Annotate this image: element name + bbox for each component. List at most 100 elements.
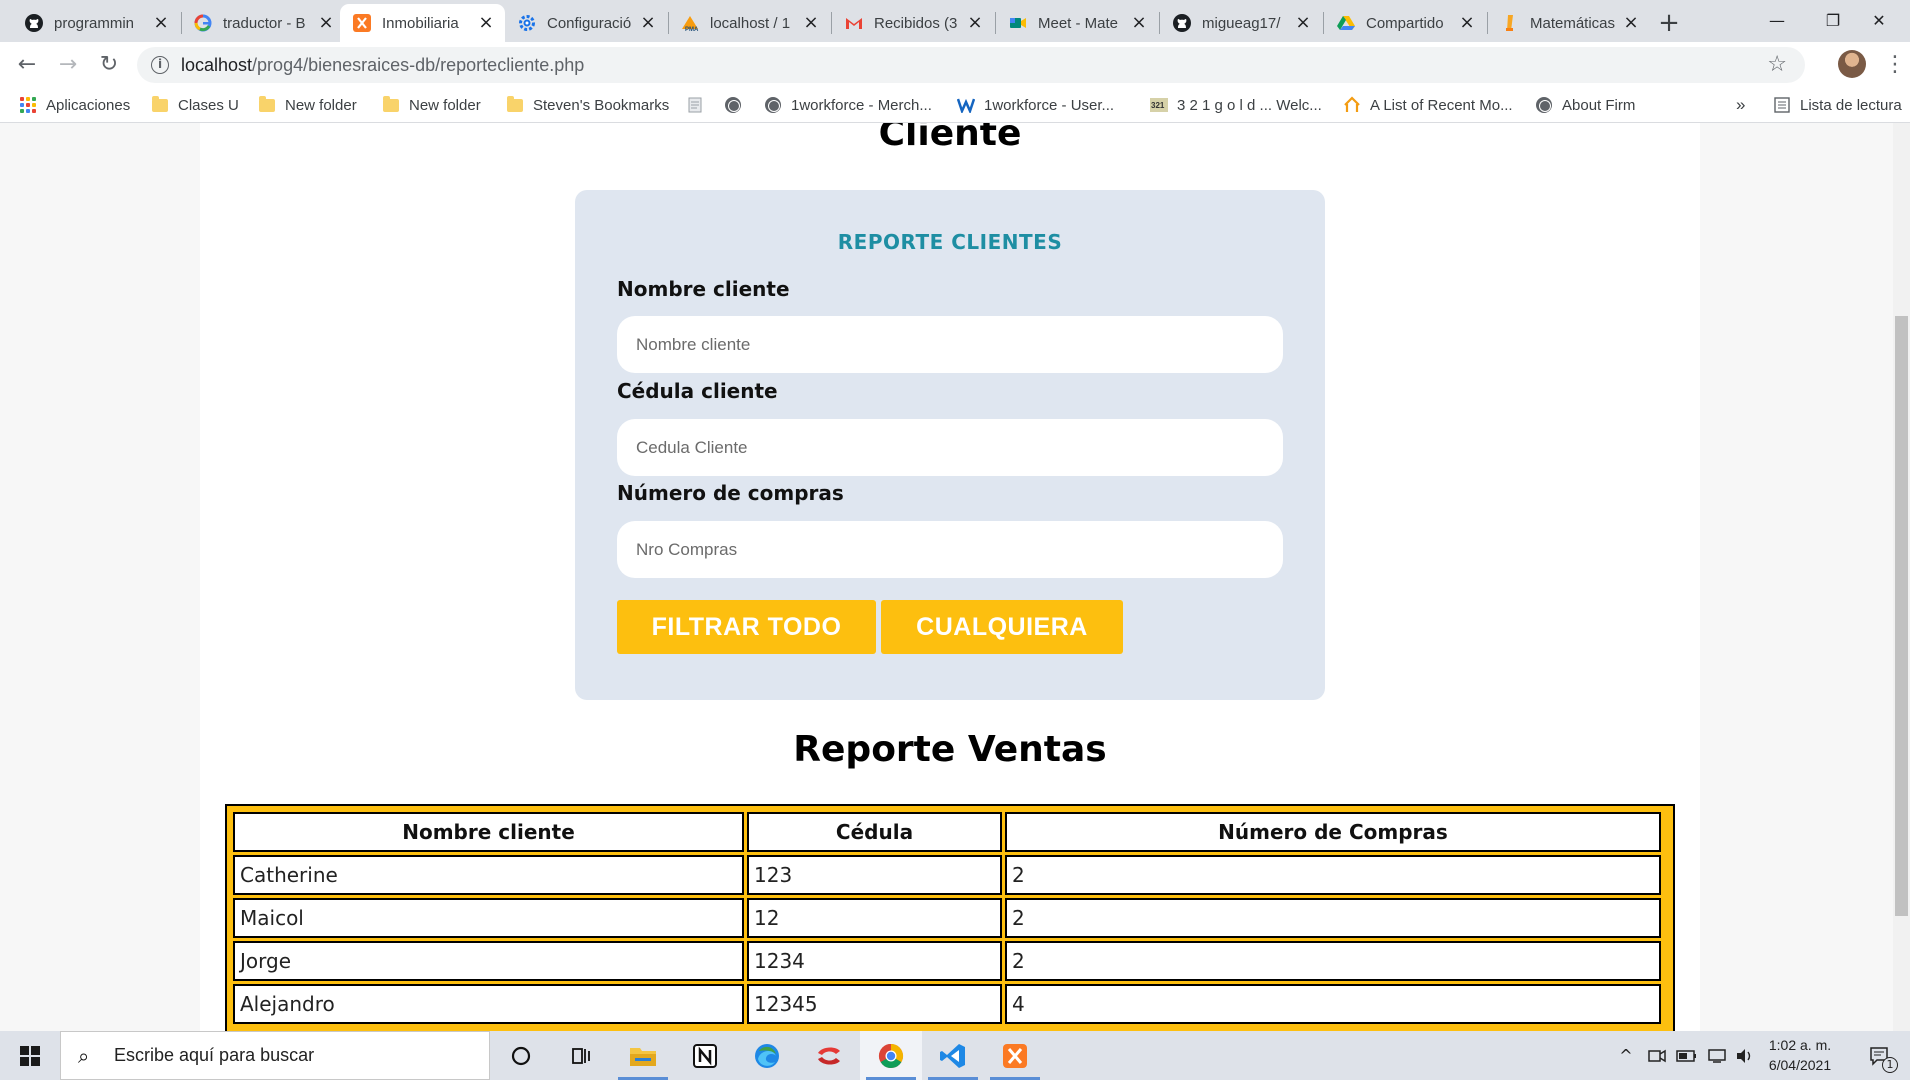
tab-9[interactable]: Matemáticas ×	[1488, 4, 1650, 42]
tab-0[interactable]: programmin ×	[12, 4, 180, 42]
forward-button[interactable]: →	[53, 50, 83, 80]
form-title: REPORTE CLIENTES	[837, 230, 1063, 254]
bookmarks-overflow-button[interactable]: »	[1736, 88, 1745, 122]
taskbar-search-placeholder: Escribe aquí para buscar	[114, 1045, 315, 1065]
tab-7[interactable]: migueag17/ ×	[1160, 4, 1322, 42]
close-tab-icon[interactable]: ×	[639, 14, 657, 32]
bookmark-star-icon[interactable]: ☆	[1767, 52, 1787, 77]
url-text[interactable]: localhost/prog4/bienesraices-db/reportec…	[181, 55, 584, 76]
bookmark-recent-movies[interactable]: A List of Recent Mo...	[1343, 88, 1513, 122]
tab-title: programmin	[54, 14, 135, 32]
bookmark-folder[interactable]: New folder	[258, 88, 357, 122]
tab-8[interactable]: Compartido ×	[1324, 4, 1486, 42]
tab-title: traductor - B	[223, 14, 306, 32]
bookmark-apps[interactable]: Aplicaciones	[19, 88, 130, 122]
address-bar[interactable]: i localhost/prog4/bienesraices-db/report…	[137, 47, 1805, 83]
reading-list-button[interactable]: Lista de lectura	[1773, 88, 1902, 122]
bookmark-folder[interactable]: New folder	[382, 88, 481, 122]
xampp-icon	[352, 13, 372, 33]
moodle-icon	[1500, 13, 1520, 33]
bookmark-label: 3 2 1 g o l d ... Welc...	[1177, 96, 1322, 114]
nombre-cliente-input[interactable]	[617, 316, 1283, 373]
battery-icon[interactable]	[1672, 1031, 1702, 1080]
close-tab-icon[interactable]: ×	[1130, 14, 1148, 32]
close-tab-icon[interactable]: ×	[152, 14, 170, 32]
cell-nombre: Alejandro	[233, 984, 744, 1024]
cell-cedula: 1234	[747, 941, 1002, 981]
reading-list-icon	[1773, 96, 1791, 114]
bookmark-1workforce-user[interactable]: 1workforce - User...	[957, 88, 1114, 122]
bookmark-label: 1workforce - User...	[984, 96, 1115, 114]
chrome-icon[interactable]	[860, 1031, 922, 1080]
close-tab-icon[interactable]: ×	[1622, 14, 1640, 32]
profile-avatar[interactable]	[1838, 50, 1866, 78]
bookmark-1workforce-merch[interactable]: 1workforce - Merch...	[764, 88, 932, 122]
back-button[interactable]: ←	[12, 50, 42, 80]
close-tab-icon[interactable]: ×	[317, 14, 335, 32]
notion-icon[interactable]	[674, 1031, 736, 1080]
bookmark-folder[interactable]: Clases U	[151, 88, 239, 122]
report-clients-form: REPORTE CLIENTES Nombre cliente Cédula c…	[575, 190, 1325, 700]
close-window-button[interactable]: ✕	[1848, 0, 1910, 40]
tab-2[interactable]: Inmobiliaria ×	[340, 4, 505, 42]
cell-nombre: Jorge	[233, 941, 744, 981]
filtrar-todo-button[interactable]: FILTRAR TODO	[617, 600, 876, 654]
report-table: Nombre cliente Cédula Número de Compras …	[230, 809, 1664, 1027]
scrollbar-thumb[interactable]	[1895, 316, 1908, 916]
col-header-cedula: Cédula	[747, 812, 1002, 852]
bookmark-label: New folder	[409, 96, 481, 114]
bookmark-label: About Firm	[1562, 96, 1636, 114]
close-tab-icon[interactable]: ×	[1294, 14, 1312, 32]
bookmark-321gold[interactable]: 321 3 2 1 g o l d ... Welc...	[1150, 88, 1322, 122]
xampp-icon[interactable]	[984, 1031, 1046, 1080]
cell-cedula: 12	[747, 898, 1002, 938]
close-tab-icon[interactable]: ×	[477, 14, 495, 32]
bookmark-label: A List of Recent Mo...	[1370, 96, 1513, 114]
tab-6[interactable]: Meet - Mate ×	[996, 4, 1158, 42]
cell-compras: 2	[1005, 941, 1661, 981]
new-tab-button[interactable]: +	[1654, 9, 1684, 39]
report-table-frame: Nombre cliente Cédula Número de Compras …	[225, 804, 1675, 1031]
bookmark-folder[interactable]: Steven's Bookmarks	[506, 88, 669, 122]
bookmark-globe[interactable]	[724, 88, 751, 122]
cualquiera-button[interactable]: CUALQUIERA	[881, 600, 1123, 654]
tab-1[interactable]: traductor - B ×	[181, 4, 345, 42]
globe-icon	[724, 96, 742, 114]
cortana-icon[interactable]	[490, 1031, 552, 1080]
bookmark-page[interactable]	[686, 88, 713, 122]
meet-now-icon[interactable]	[1642, 1031, 1672, 1080]
edge-icon[interactable]	[736, 1031, 798, 1080]
tab-4[interactable]: PMA localhost / 1 ×	[668, 4, 830, 42]
tab-3[interactable]: Configuració ×	[505, 4, 667, 42]
reading-list-label: Lista de lectura	[1800, 96, 1902, 114]
unknown-red-icon[interactable]	[798, 1031, 860, 1080]
menu-kebab-icon[interactable]: ⋮	[1884, 50, 1906, 80]
cell-cedula: 123	[747, 855, 1002, 895]
browser-toolbar: ← → ↻ i localhost/prog4/bienesraices-db/…	[0, 42, 1910, 88]
folder-icon	[151, 95, 169, 114]
bookmarks-bar: Aplicaciones Clases U New folder New fol…	[0, 88, 1910, 123]
info-icon[interactable]: i	[151, 56, 169, 74]
close-tab-icon[interactable]: ×	[966, 14, 984, 32]
tab-5[interactable]: Recibidos (3 ×	[832, 4, 994, 42]
task-view-icon[interactable]	[550, 1031, 612, 1080]
reload-button[interactable]: ↻	[94, 50, 124, 80]
notification-center-button[interactable]: 1	[1860, 1031, 1900, 1080]
tray-chevron-icon[interactable]: ^	[1612, 1031, 1640, 1080]
page-scrollbar[interactable]	[1893, 123, 1910, 1031]
taskbar-search[interactable]: ⌕ Escribe aquí para buscar	[60, 1031, 490, 1080]
close-tab-icon[interactable]: ×	[802, 14, 820, 32]
cedula-cliente-input[interactable]	[617, 419, 1283, 476]
start-button[interactable]	[0, 1031, 60, 1080]
close-tab-icon[interactable]: ×	[1458, 14, 1476, 32]
taskbar-clock[interactable]: 1:02 a. m. 6/04/2021	[1755, 1035, 1845, 1075]
nro-compras-input[interactable]	[617, 521, 1283, 578]
network-icon[interactable]	[1702, 1031, 1732, 1080]
svg-text:PMA: PMA	[685, 27, 699, 33]
bookmark-about-firm[interactable]: About Firm	[1535, 88, 1635, 122]
col-header-nombre: Nombre cliente	[233, 812, 744, 852]
col-header-compras: Número de Compras	[1005, 812, 1661, 852]
vscode-icon[interactable]	[922, 1031, 984, 1080]
tab-title: Matemáticas	[1530, 14, 1616, 32]
file-explorer-icon[interactable]	[612, 1031, 674, 1080]
